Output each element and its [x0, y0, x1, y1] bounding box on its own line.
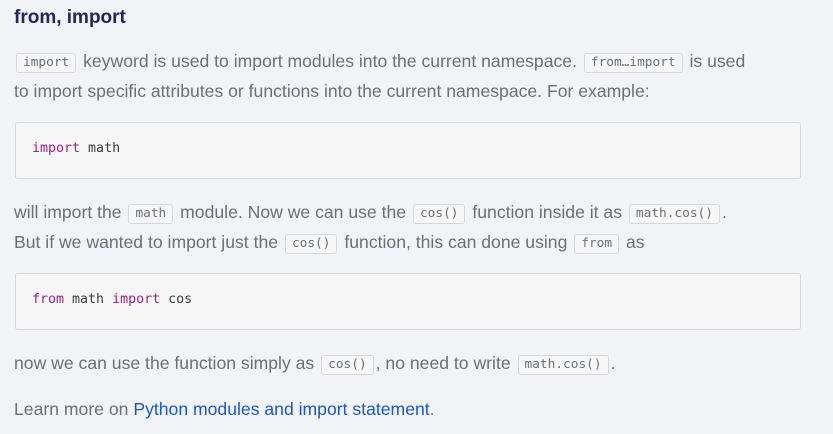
- section-heading: from, import: [14, 7, 126, 28]
- explanation-text-2: module. Now we can use the: [175, 202, 411, 222]
- explanation-text-3: function inside it as: [467, 202, 627, 222]
- explanation-paragraph: will import the math module. Now we can …: [14, 197, 814, 257]
- intro-line-2: to import specific attributes or functio…: [14, 81, 650, 101]
- usage-paragraph: now we can use the function simply as co…: [14, 348, 814, 378]
- explanation-line-2: But if we wanted to import just the cos(…: [14, 227, 814, 257]
- code-keyword-import: import: [112, 292, 161, 307]
- python-modules-link[interactable]: Python modules and import statement: [133, 399, 429, 419]
- code-block-import-math: import math: [15, 122, 801, 179]
- code-text: cos: [160, 292, 193, 307]
- inline-code-cos-3: cos(): [321, 355, 374, 375]
- inline-code-from-import: from…import: [583, 53, 683, 73]
- explanation-text-4: .: [721, 202, 727, 222]
- explanation-text-5: But if we wanted to import just the: [14, 232, 283, 252]
- inline-code-import: import: [16, 53, 77, 73]
- inline-code-from: from: [574, 234, 620, 254]
- learn-more-paragraph: Learn more on Python modules and import …: [14, 394, 814, 424]
- inline-code-math-cos: math.cos(): [628, 204, 720, 224]
- intro-line-1: import keyword is used to import modules…: [14, 46, 814, 76]
- code-text-mid: math: [64, 292, 113, 307]
- code-keyword-from: from: [32, 292, 65, 307]
- explanation-text-7: as: [621, 232, 645, 252]
- code-block-from-math-import: from math import cos: [15, 273, 801, 330]
- usage-text-3: .: [610, 353, 616, 373]
- usage-text-1: now we can use the function simply as: [14, 353, 320, 373]
- inline-code-cos-2: cos(): [284, 234, 338, 254]
- inline-code-cos: cos(): [412, 204, 466, 224]
- inline-code-math: math: [128, 204, 174, 224]
- learn-more-line: Learn more on Python modules and import …: [14, 394, 814, 424]
- code-line: from math import cos: [32, 292, 192, 307]
- explanation-line-1: will import the math module. Now we can …: [14, 197, 814, 227]
- usage-text-2: , no need to write: [375, 353, 516, 373]
- usage-line: now we can use the function simply as co…: [14, 348, 814, 378]
- intro-text-1: keyword is used to import modules into t…: [78, 51, 582, 71]
- code-line: import math: [32, 141, 120, 156]
- explanation-text-1: will import the: [14, 202, 127, 222]
- code-text: math: [80, 141, 121, 156]
- inline-code-math-cos-2: math.cos(): [517, 355, 609, 375]
- intro-text-2: is used: [684, 51, 746, 71]
- intro-paragraph: import keyword is used to import modules…: [14, 46, 814, 106]
- learn-more-end: .: [429, 399, 435, 419]
- learn-more-text: Learn more on: [14, 399, 134, 419]
- explanation-text-6: function, this can done using: [339, 232, 573, 252]
- code-keyword-import: import: [32, 141, 81, 156]
